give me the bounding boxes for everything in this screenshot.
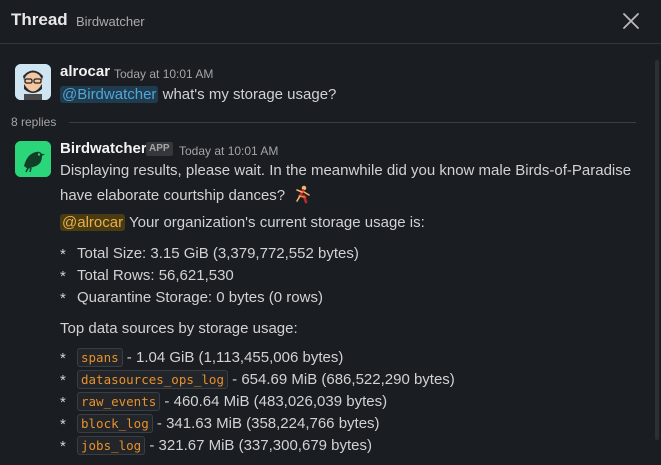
source-name: block_log <box>77 414 153 433</box>
bullet-marker: * <box>60 268 66 285</box>
birdwatcher-avatar[interactable] <box>15 141 51 177</box>
stat-total-size: Total Size: 3.15 GiB (3,379,772,552 byte… <box>77 245 359 262</box>
bullet-marker: * <box>60 290 66 307</box>
source-item: raw_events - 460.64 MiB (483,026,039 byt… <box>77 392 387 411</box>
birdwatcher-mention[interactable]: @Birdwatcher <box>60 86 159 103</box>
channel-name[interactable]: Birdwatcher <box>76 14 145 29</box>
parent-timestamp[interactable]: Today at 10:01 AM <box>114 67 213 81</box>
stat-quarantine: Quarantine Storage: 0 bytes (0 rows) <box>77 289 323 306</box>
thread-title: Thread <box>11 10 68 29</box>
thread-panel: Thread Birdwatcher alrocar Today at 10:0… <box>0 0 661 465</box>
bird-icon <box>15 141 51 177</box>
replies-divider-row: 8 replies <box>11 114 636 130</box>
parent-message-text: @Birdwatcher what's my storage usage? <box>60 86 336 103</box>
parent-author[interactable]: alrocar <box>60 63 110 80</box>
close-icon <box>623 13 639 29</box>
reply-timestamp[interactable]: Today at 10:01 AM <box>179 144 278 158</box>
scrollbar-thumb[interactable] <box>655 60 659 440</box>
reply-author[interactable]: Birdwatcher <box>60 140 147 157</box>
source-name: spans <box>77 348 123 367</box>
source-item: spans - 1.04 GiB (1,113,455,006 bytes) <box>77 348 343 367</box>
top-sources-heading: Top data sources by storage usage: <box>60 320 298 337</box>
stat-total-rows: Total Rows: 56,621,530 <box>77 267 234 284</box>
alrocar-mention[interactable]: @alrocar <box>60 214 126 231</box>
source-name: datasources_ops_log <box>77 370 228 389</box>
bullet-marker: * <box>60 372 66 389</box>
replies-count: 8 replies <box>11 115 57 129</box>
org-storage-line: @alrocar Your organization's current sto… <box>60 214 425 231</box>
bullet-marker: * <box>60 394 66 411</box>
alrocar-avatar[interactable] <box>15 64 51 100</box>
bullet-marker: * <box>60 350 66 367</box>
source-name: jobs_log <box>77 436 146 455</box>
reply-intro-line1: Displaying results, please wait. In the … <box>60 162 632 179</box>
replies-divider <box>69 122 636 123</box>
dancer-emoji-icon <box>296 185 311 204</box>
source-item: datasources_ops_log - 654.69 MiB (686,52… <box>77 370 455 389</box>
source-name: raw_events <box>77 392 161 411</box>
source-item: block_log - 341.63 MiB (358,224,766 byte… <box>77 414 380 433</box>
bullet-marker: * <box>60 246 66 263</box>
bullet-marker: * <box>60 416 66 433</box>
source-item: jobs_log - 321.67 MiB (337,300,679 bytes… <box>77 436 372 455</box>
avatar-illustration-icon <box>15 64 51 100</box>
bullet-marker: * <box>60 438 66 455</box>
close-button[interactable] <box>619 9 643 33</box>
parent-message-body: what's my storage usage? <box>158 86 337 103</box>
thread-header: Thread Birdwatcher <box>0 0 661 44</box>
reply-intro-line2: have elaborate courtship dances? <box>60 184 313 204</box>
app-badge: APP <box>146 142 173 156</box>
